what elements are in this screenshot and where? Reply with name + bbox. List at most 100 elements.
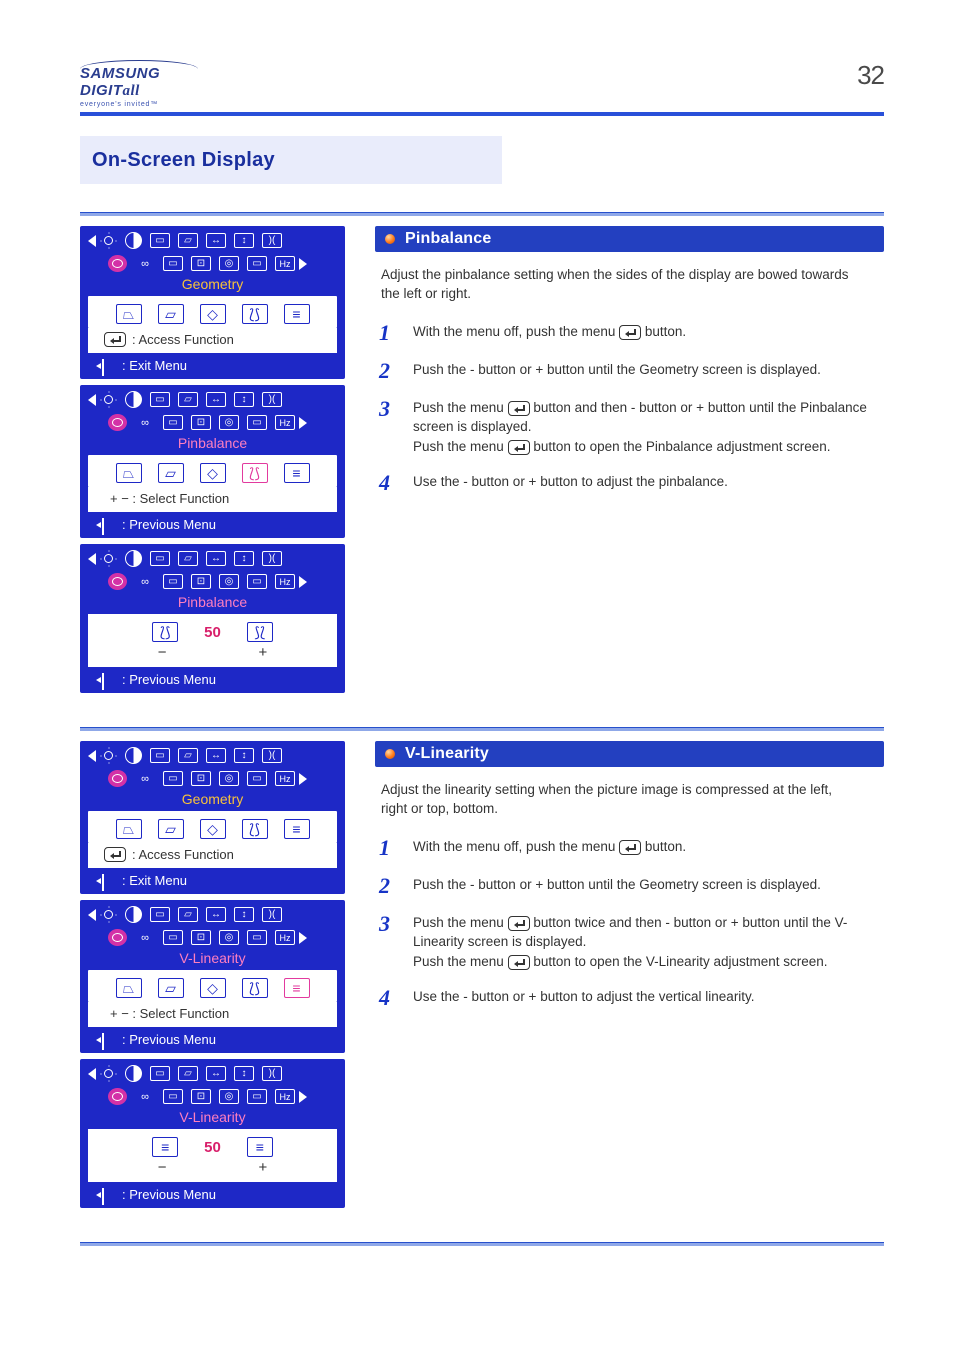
geometry-icon bbox=[108, 573, 127, 590]
osd-icon: ⊡ bbox=[191, 574, 211, 589]
arrow-left-icon bbox=[88, 909, 96, 921]
hz-icon: Hz bbox=[275, 1089, 295, 1104]
step-list: 1 With the menu off, push the menu butto… bbox=[379, 837, 884, 1010]
banner-left-text: On-Screen Display bbox=[92, 149, 275, 172]
osd-icon: ▭ bbox=[247, 574, 267, 589]
osd-top-icon: ▭ bbox=[150, 907, 170, 922]
osd-icon: ▭ bbox=[247, 1089, 267, 1104]
step-text: Push the menu button twice and then - bu… bbox=[413, 913, 884, 972]
hz-icon: Hz bbox=[275, 771, 295, 786]
osd-top-icon: ↔ bbox=[206, 907, 226, 922]
contrast-icon bbox=[125, 232, 142, 249]
hz-icon: Hz bbox=[275, 256, 295, 271]
contrast-icon bbox=[125, 747, 142, 764]
geometry-icon bbox=[108, 255, 127, 272]
osd-screen: ▭▱↔↕)(∞▭⊡◎▭HzGeometry⏢▱◇⟅⟆≡ : Access Fun… bbox=[80, 741, 345, 894]
sub-icon-rhom: ◇ bbox=[200, 978, 226, 998]
sub-icon-trap: ⏢ bbox=[116, 978, 142, 998]
page-banner: On-Screen Display Pinbalance / V-Lineari… bbox=[80, 136, 884, 184]
hz-icon: Hz bbox=[275, 930, 295, 945]
osd-label: Geometry bbox=[80, 276, 345, 296]
osd-top-icon: )( bbox=[262, 551, 282, 566]
osd-top-icon: ▱ bbox=[178, 907, 198, 922]
step-text: Use the - button or + button to adjust t… bbox=[413, 987, 884, 1007]
osd-icon-grid: ▭▱↔↕)(∞▭⊡◎▭Hz bbox=[80, 1059, 345, 1107]
osd-hint: : Access Function bbox=[88, 843, 337, 868]
osd-icon: ◎ bbox=[219, 1089, 239, 1104]
osd-icon: ⊡ bbox=[191, 771, 211, 786]
osd-top-icon: ↕ bbox=[234, 1066, 254, 1081]
step-list: 1 With the menu off, push the menu butto… bbox=[379, 322, 884, 495]
osd-icon: ◎ bbox=[219, 574, 239, 589]
brightness-icon bbox=[100, 906, 117, 923]
osd-top-icon: ▭ bbox=[150, 392, 170, 407]
section-v-linearity: ▭▱↔↕)(∞▭⊡◎▭HzGeometry⏢▱◇⟅⟆≡ : Access Fun… bbox=[80, 727, 884, 1214]
section-description: Adjust the pinbalance setting when the s… bbox=[381, 266, 861, 304]
osd-icon-grid: ▭▱↔↕)(∞▭⊡◎▭Hz bbox=[80, 900, 345, 948]
enter-icon bbox=[508, 955, 530, 970]
osd-footer: : Previous Menu bbox=[80, 1027, 345, 1053]
osd-top-icon: ↔ bbox=[206, 551, 226, 566]
sub-icon-vlin: ≡ bbox=[284, 978, 310, 998]
osd-icon: ▭ bbox=[247, 930, 267, 945]
step-number: 2 bbox=[379, 360, 405, 382]
arrow-right-icon bbox=[299, 258, 307, 270]
osd-icon: ⊡ bbox=[191, 256, 211, 271]
enter-icon bbox=[508, 440, 530, 455]
hz-icon: Hz bbox=[275, 415, 295, 430]
section-title: Pinbalance bbox=[405, 230, 491, 248]
arrow-right-icon bbox=[299, 773, 307, 785]
sub-icon-rhom: ◇ bbox=[200, 304, 226, 324]
osd-icon: ▭ bbox=[247, 771, 267, 786]
sub-icon-para: ▱ bbox=[158, 304, 184, 324]
osd-top-icon: )( bbox=[262, 907, 282, 922]
osd-hint: + − : Select Function bbox=[88, 1002, 337, 1027]
osd-hint: : Access Function bbox=[88, 328, 337, 353]
osd-icon: ◎ bbox=[219, 256, 239, 271]
page-number: 32 bbox=[857, 60, 884, 91]
sub-icon-vlin: ≡ bbox=[284, 304, 310, 324]
osd-icon: ∞ bbox=[135, 771, 155, 786]
osd-sub-icons: ⏢▱◇⟅⟆≡ bbox=[88, 811, 337, 843]
osd-icon-grid: ▭▱↔↕)(∞▭⊡◎▭Hz bbox=[80, 544, 345, 592]
arrow-right-icon bbox=[299, 417, 307, 429]
step-number: 1 bbox=[379, 322, 405, 344]
enter-icon bbox=[508, 916, 530, 931]
osd-label: V-Linearity bbox=[80, 950, 345, 970]
step-text: Push the - button or + button until the … bbox=[413, 875, 884, 895]
bullet-icon bbox=[385, 749, 395, 759]
adj-left-icon: ⟅⟆ bbox=[152, 622, 178, 642]
sub-icon-pin: ⟅⟆ bbox=[242, 304, 268, 324]
step-text: Push the menu button and then - button o… bbox=[413, 398, 884, 457]
step-number: 4 bbox=[379, 987, 405, 1009]
osd-top-icon: ↕ bbox=[234, 392, 254, 407]
osd-top-icon: ▱ bbox=[178, 551, 198, 566]
sub-icon-pin: ⟅⟆ bbox=[242, 463, 268, 483]
osd-top-icon: ▱ bbox=[178, 748, 198, 763]
osd-icon-grid: ▭▱↔↕)(∞▭⊡◎▭Hz bbox=[80, 741, 345, 789]
osd-sub-icons: ⏢▱◇⟅⟆≡ bbox=[88, 296, 337, 328]
osd-screen: ▭▱↔↕)(∞▭⊡◎▭HzV-Linearity ≡ 50 ≡ −+ : Pre… bbox=[80, 1059, 345, 1208]
osd-column: ▭▱↔↕)(∞▭⊡◎▭HzGeometry⏢▱◇⟅⟆≡ : Access Fun… bbox=[80, 226, 345, 699]
osd-adjust-row: ⟅⟆ 50 ⟆⟅ bbox=[88, 614, 337, 644]
osd-icon: ⊡ bbox=[191, 1089, 211, 1104]
osd-column: ▭▱↔↕)(∞▭⊡◎▭HzGeometry⏢▱◇⟅⟆≡ : Access Fun… bbox=[80, 741, 345, 1214]
osd-icon: ▭ bbox=[163, 930, 183, 945]
geometry-icon bbox=[108, 929, 127, 946]
enter-icon bbox=[619, 325, 641, 340]
step-number: 4 bbox=[379, 472, 405, 494]
osd-icon: ▭ bbox=[247, 415, 267, 430]
osd-footer: : Previous Menu bbox=[80, 667, 345, 693]
osd-top-icon: ▱ bbox=[178, 1066, 198, 1081]
sub-icon-para: ▱ bbox=[158, 463, 184, 483]
section-pinbalance: ▭▱↔↕)(∞▭⊡◎▭HzGeometry⏢▱◇⟅⟆≡ : Access Fun… bbox=[80, 212, 884, 699]
section-title: V-Linearity bbox=[405, 745, 489, 763]
osd-icon: ∞ bbox=[135, 256, 155, 271]
osd-top-icon: ↔ bbox=[206, 1066, 226, 1081]
osd-icon: ▭ bbox=[163, 415, 183, 430]
osd-icon: ∞ bbox=[135, 930, 155, 945]
sub-icon-pin: ⟅⟆ bbox=[242, 978, 268, 998]
sub-icon-para: ▱ bbox=[158, 978, 184, 998]
osd-screen: ▭▱↔↕)(∞▭⊡◎▭HzGeometry⏢▱◇⟅⟆≡ : Access Fun… bbox=[80, 226, 345, 379]
section-title-bar: Pinbalance bbox=[375, 226, 884, 252]
